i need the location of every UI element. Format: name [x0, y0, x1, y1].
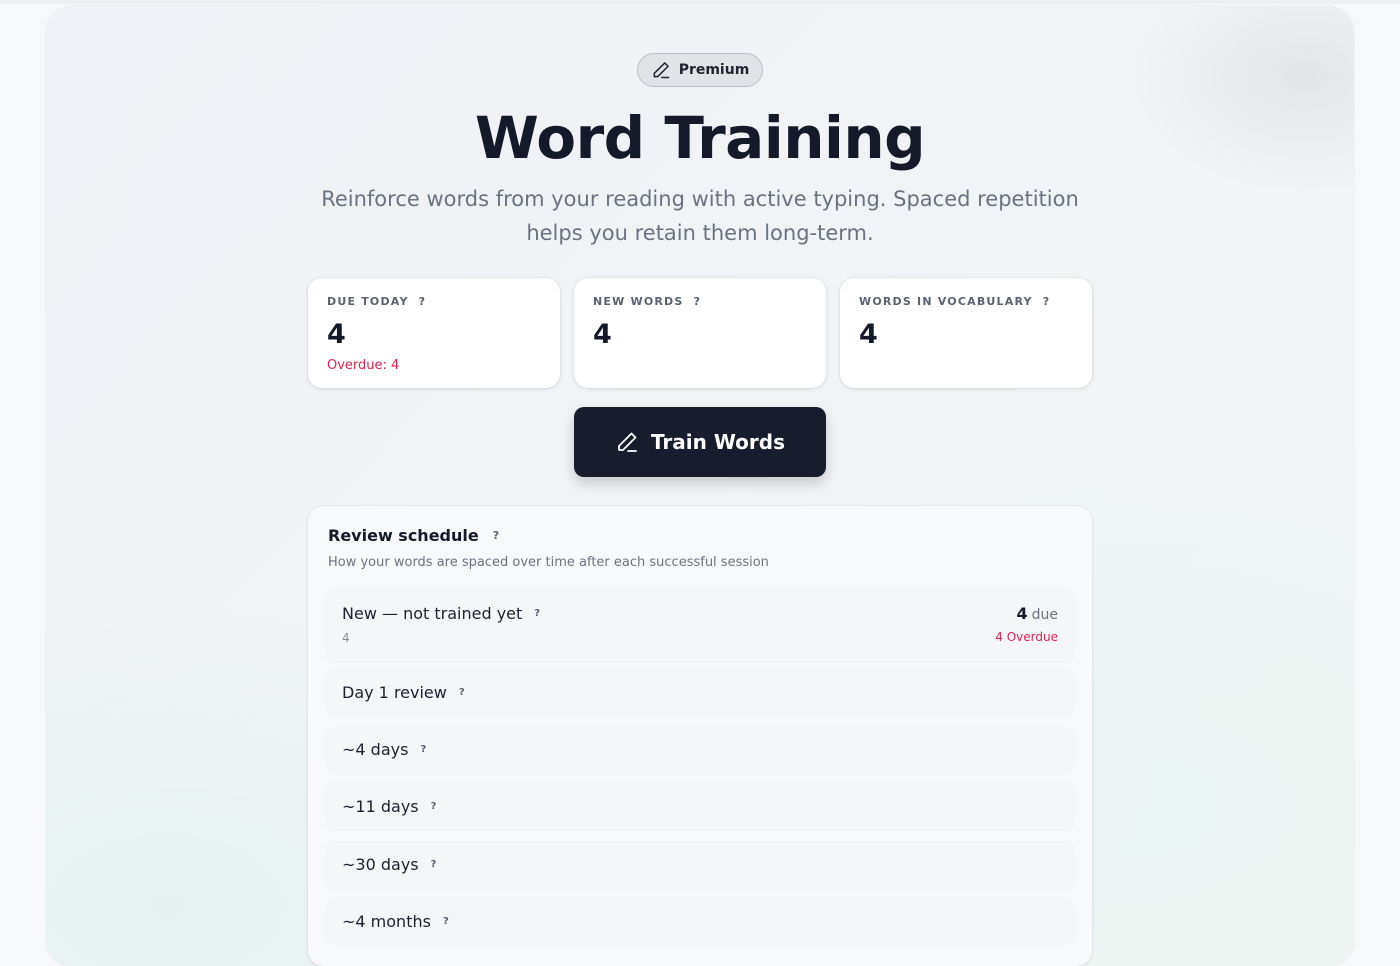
stat-card-vocabulary: WORDS IN VOCABULARY ? 4	[840, 278, 1092, 388]
stat-label: DUE TODAY	[327, 294, 409, 308]
schedule-row-4-months[interactable]: ~4 months ?	[326, 899, 1074, 945]
row-label-group: ~30 days ?	[342, 855, 436, 874]
stat-label: NEW WORDS	[593, 294, 684, 308]
schedule-row-day1[interactable]: Day 1 review ?	[326, 670, 1074, 716]
help-icon[interactable]: ?	[534, 608, 540, 619]
pencil-icon	[618, 432, 637, 452]
row-label: ~4 days	[342, 740, 409, 759]
row-label: New — not trained yet	[342, 604, 523, 623]
schedule-description: How your words are spaced over time afte…	[328, 555, 769, 570]
row-label-group: ~11 days ?	[342, 797, 436, 816]
premium-badge-label: Premium	[678, 62, 750, 78]
schedule-row-11-days[interactable]: ~11 days ?	[326, 784, 1074, 830]
stat-label-row: DUE TODAY ?	[327, 294, 541, 308]
row-label: ~30 days	[342, 855, 419, 874]
stat-card-new-words: NEW WORDS ? 4	[574, 278, 826, 388]
help-icon[interactable]: ?	[459, 687, 465, 698]
help-icon[interactable]: ?	[419, 295, 427, 308]
train-words-label: Train Words	[650, 430, 786, 454]
stat-value: 4	[859, 319, 878, 350]
help-icon[interactable]: ?	[1043, 295, 1051, 308]
review-schedule-card: Review schedule ? How your words are spa…	[308, 506, 1092, 966]
train-words-button[interactable]: Train Words	[574, 407, 826, 477]
row-label-group: New — not trained yet ?	[342, 604, 540, 623]
help-icon[interactable]: ?	[431, 859, 437, 870]
help-icon[interactable]: ?	[420, 744, 426, 755]
pencil-icon	[653, 62, 669, 79]
row-word-count: 4	[342, 631, 350, 645]
premium-badge: Premium	[637, 53, 763, 87]
help-icon[interactable]: ?	[694, 295, 702, 308]
page-title: Word Training	[474, 104, 926, 172]
stat-label: WORDS IN VOCABULARY	[859, 294, 1033, 308]
row-label: ~11 days	[342, 797, 419, 816]
row-label: ~4 months	[342, 912, 431, 931]
schedule-row-new[interactable]: New — not trained yet ? 4 4 due 4 Overdue	[326, 590, 1074, 662]
top-strip	[0, 0, 1400, 4]
row-due: 4 due	[1016, 604, 1058, 623]
stat-value: 4	[593, 319, 612, 350]
row-label-group: ~4 months ?	[342, 912, 449, 931]
schedule-title: Review schedule	[328, 526, 479, 545]
row-overdue: 4 Overdue	[995, 630, 1058, 644]
help-icon[interactable]: ?	[493, 529, 499, 542]
stat-label-row: NEW WORDS ?	[593, 294, 807, 308]
schedule-row-4-days[interactable]: ~4 days ?	[326, 727, 1074, 773]
schedule-title-row: Review schedule ?	[328, 526, 499, 545]
row-label-group: ~4 days ?	[342, 740, 426, 759]
stat-card-due-today: DUE TODAY ? 4 Overdue: 4	[308, 278, 560, 388]
due-count: 4	[1016, 604, 1028, 623]
help-icon[interactable]: ?	[443, 916, 449, 927]
overdue-text: Overdue: 4	[327, 358, 400, 373]
row-label: Day 1 review	[342, 683, 447, 702]
stat-label-row: WORDS IN VOCABULARY ?	[859, 294, 1073, 308]
due-suffix: due	[1031, 607, 1058, 623]
help-icon[interactable]: ?	[431, 801, 437, 812]
row-label-group: Day 1 review ?	[342, 683, 465, 702]
page-subtitle: Reinforce words from your reading with a…	[321, 187, 1079, 245]
stat-value: 4	[327, 319, 346, 350]
schedule-row-30-days[interactable]: ~30 days ?	[326, 842, 1074, 888]
